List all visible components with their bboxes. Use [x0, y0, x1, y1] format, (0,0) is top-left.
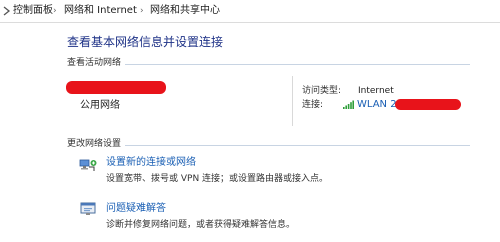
breadcrumb-control-panel[interactable]: 控制面板 [13, 5, 53, 17]
connection-label: 连接: [302, 100, 324, 110]
active-networks-header: 查看活动网络 [67, 58, 122, 68]
section-divider [125, 145, 470, 146]
network-sharing-center-window: 控制面板 › 网络和 Internet › 网络和共享中心 查看基本网络信息并设… [0, 0, 500, 242]
section-divider [125, 64, 470, 65]
access-type-label: 访问类型: [302, 86, 342, 96]
network-category-link[interactable]: 公用网络 [80, 100, 120, 112]
troubleshoot-problems-description: 诊断并修复网络问题，或者获得疑难解答信息。 [106, 220, 296, 230]
setup-new-connection-link[interactable]: 设置新的连接或网络 [106, 157, 196, 169]
access-type-value: Internet [358, 86, 394, 96]
new-connection-icon [79, 159, 97, 171]
redacted-ssid [395, 99, 461, 110]
page-title: 查看基本网络信息并设置连接 [67, 35, 224, 49]
breadcrumb-separator[interactable]: › [53, 5, 57, 17]
redacted-network-name [66, 81, 166, 94]
vertical-divider [292, 76, 293, 126]
breadcrumb-network-sharing-center[interactable]: 网络和共享中心 [150, 5, 220, 17]
address-bar[interactable]: 控制面板 › 网络和 Internet › 网络和共享中心 [0, 0, 500, 23]
troubleshoot-problems-link[interactable]: 问题疑难解答 [106, 203, 166, 215]
wifi-signal-icon [343, 100, 354, 109]
breadcrumb-network-internet[interactable]: 网络和 Internet [64, 5, 137, 17]
wlan-connection-link[interactable]: WLAN 2 [357, 99, 397, 111]
troubleshoot-icon [80, 202, 96, 215]
breadcrumb-separator[interactable]: › [140, 5, 144, 17]
chevron-right-icon[interactable] [2, 6, 11, 16]
setup-new-connection-description: 设置宽带、拨号或 VPN 连接；或设置路由器或接入点。 [106, 174, 329, 184]
change-settings-header: 更改网络设置 [67, 139, 122, 149]
